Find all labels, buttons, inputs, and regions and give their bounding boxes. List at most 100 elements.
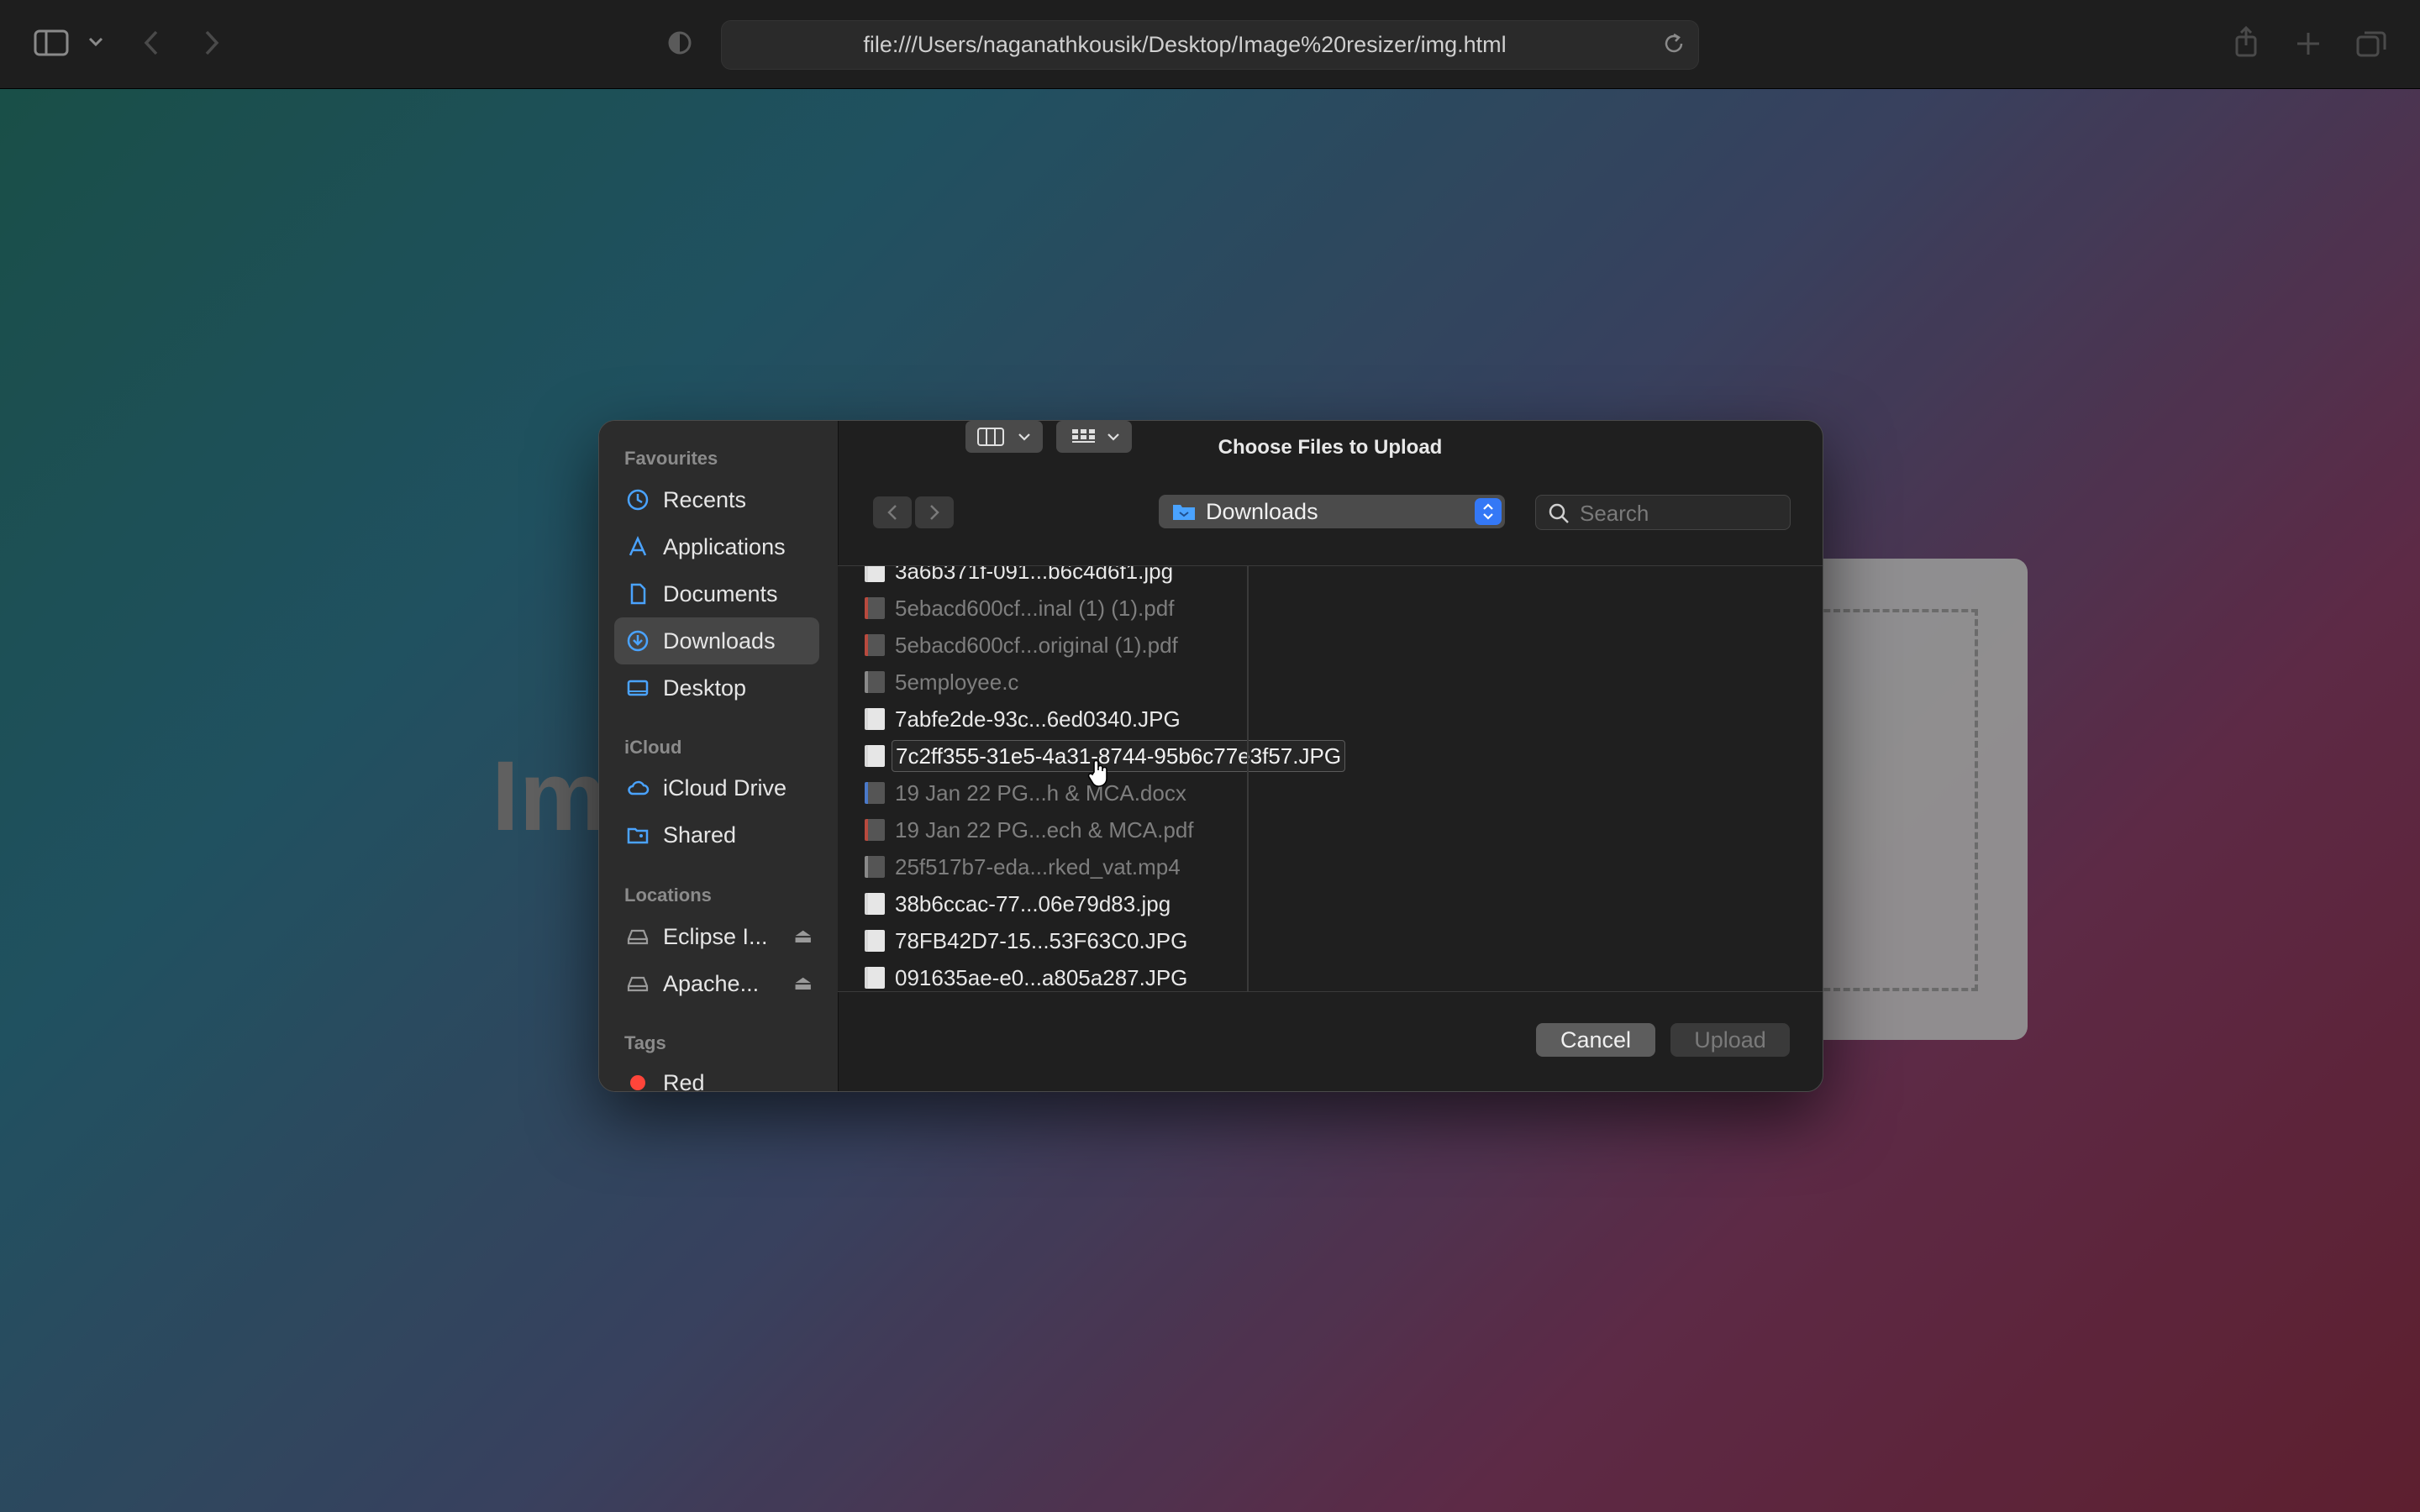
file-name: 78FB42D7-15...53F63C0.JPG bbox=[895, 928, 1188, 953]
file-row[interactable]: 7abfe2de-93c...6ed0340.JPG bbox=[838, 701, 1247, 738]
sidebar-item-eclipse[interactable]: Eclipse I... ⏏ bbox=[614, 913, 819, 960]
chevron-down-icon[interactable] bbox=[87, 35, 104, 49]
image-file-icon bbox=[865, 967, 885, 989]
file-row[interactable]: 7c2ff355-31e5-4a31-8744-95b6c77e3f57.JPG bbox=[838, 738, 1346, 774]
search-field[interactable] bbox=[1535, 495, 1791, 531]
sidebar-item-label: Eclipse I... bbox=[663, 924, 768, 949]
sidebar-section-locations: Locations bbox=[624, 885, 712, 906]
cloud-icon bbox=[628, 780, 650, 795]
sidebar-item-tag-red[interactable]: Red bbox=[614, 1059, 819, 1092]
image-file-icon bbox=[865, 893, 885, 915]
image-file-icon bbox=[865, 708, 885, 730]
c-file-icon bbox=[865, 671, 885, 693]
eject-icon[interactable]: ⏏ bbox=[793, 924, 813, 948]
file-name: 5ebacd600cf...original (1).pdf bbox=[895, 633, 1178, 658]
file-name: 091635ae-e0...a805a287.JPG bbox=[895, 965, 1188, 990]
sidebar-section-favourites: Favourites bbox=[624, 448, 718, 469]
sidebar-item-label: Recents bbox=[663, 487, 747, 512]
file-row[interactable]: 78FB42D7-15...53F63C0.JPG bbox=[838, 922, 1247, 959]
chevron-down-icon bbox=[1107, 433, 1119, 441]
address-bar[interactable]: file:///Users/naganathkousik/Desktop/Ima… bbox=[721, 20, 1699, 70]
nav-button-group bbox=[873, 496, 955, 528]
forward-icon[interactable] bbox=[202, 29, 222, 57]
file-name: 38b6ccac-77...06e79d83.jpg bbox=[895, 891, 1171, 916]
image-file-icon bbox=[865, 745, 885, 767]
url-text[interactable]: file:///Users/naganathkousik/Desktop/Ima… bbox=[722, 21, 1648, 69]
sidebar-item-desktop[interactable]: Desktop bbox=[614, 664, 819, 711]
sidebar-item-shared[interactable]: Shared bbox=[614, 811, 819, 858]
sidebar-item-label: Shared bbox=[663, 822, 737, 848]
file-row[interactable]: 19 Jan 22 PG...h & MCA.docx bbox=[838, 774, 1247, 811]
file-row[interactable]: 5ebacd600cf...inal (1) (1).pdf bbox=[838, 590, 1247, 627]
file-row[interactable]: 5ebacd600cf...original (1).pdf bbox=[838, 627, 1247, 664]
drive-icon bbox=[627, 976, 649, 992]
sidebar-item-recents[interactable]: Recents bbox=[614, 476, 819, 523]
privacy-shield-icon[interactable] bbox=[667, 29, 692, 57]
file-row[interactable]: 3a6b371f-091...b6c4d6f1.jpg bbox=[838, 565, 1247, 590]
applications-icon bbox=[629, 535, 647, 556]
cancel-button[interactable]: Cancel bbox=[1536, 1023, 1655, 1057]
download-icon bbox=[627, 630, 649, 652]
file-name: 5employee.c bbox=[895, 669, 1019, 695]
file-name: 5ebacd600cf...inal (1) (1).pdf bbox=[895, 596, 1175, 621]
drive-icon bbox=[627, 929, 649, 945]
sidebar-item-label: iCloud Drive bbox=[663, 775, 787, 801]
grid-icon bbox=[1072, 429, 1095, 443]
sidebar-toggle-icon[interactable] bbox=[34, 29, 69, 57]
forward-button[interactable] bbox=[915, 496, 954, 528]
pdf-file-icon bbox=[865, 597, 885, 619]
file-name: 19 Jan 22 PG...ech & MCA.pdf bbox=[895, 817, 1194, 843]
file-row[interactable]: 091635ae-e0...a805a287.JPG bbox=[838, 959, 1247, 991]
new-tab-icon[interactable] bbox=[2295, 30, 2322, 57]
sidebar-item-documents[interactable]: Documents bbox=[614, 570, 819, 617]
file-name: 25f517b7-eda...rked_vat.mp4 bbox=[895, 854, 1181, 879]
chevron-left-icon bbox=[887, 505, 897, 520]
file-row[interactable]: 5employee.c bbox=[838, 664, 1247, 701]
file-upload-dialog: Favourites Recents Applications Document… bbox=[598, 420, 1823, 1092]
search-input[interactable] bbox=[1578, 496, 1783, 531]
tab-overview-icon[interactable] bbox=[2355, 29, 2387, 59]
file-name: 7abfe2de-93c...6ed0340.JPG bbox=[895, 706, 1181, 732]
sidebar-item-applications[interactable]: Applications bbox=[614, 523, 819, 570]
browser-toolbar: file:///Users/naganathkousik/Desktop/Ima… bbox=[0, 0, 2420, 89]
sidebar-item-icloud-drive[interactable]: iCloud Drive bbox=[614, 764, 819, 811]
sidebar-item-downloads[interactable]: Downloads bbox=[614, 617, 819, 664]
clock-icon bbox=[627, 489, 649, 511]
sidebar-item-label: Red bbox=[663, 1070, 705, 1092]
sidebar-section-tags: Tags bbox=[624, 1032, 666, 1053]
image-file-icon bbox=[865, 566, 885, 582]
location-dropdown[interactable]: Downloads bbox=[1159, 495, 1505, 528]
sidebar-section-icloud: iCloud bbox=[624, 737, 682, 758]
sidebar-item-apache[interactable]: Apache... ⏏ bbox=[614, 960, 819, 1007]
search-icon bbox=[1549, 503, 1569, 523]
file-row[interactable]: 19 Jan 22 PG...ech & MCA.pdf bbox=[838, 811, 1247, 848]
file-row[interactable]: 38b6ccac-77...06e79d83.jpg bbox=[838, 885, 1247, 922]
file-row[interactable]: 25f517b7-eda...rked_vat.mp4 bbox=[838, 848, 1247, 885]
file-browser: 3a6b371f-091...b6c4d6f1.jpg 5ebacd600cf..… bbox=[838, 565, 1823, 992]
dialog-sidebar: Favourites Recents Applications Document… bbox=[599, 421, 839, 1091]
tag-dot-icon bbox=[630, 1075, 645, 1090]
sidebar-item-label: Desktop bbox=[663, 675, 747, 701]
pdf-file-icon bbox=[865, 819, 885, 841]
document-icon bbox=[630, 583, 646, 605]
word-file-icon bbox=[865, 782, 885, 804]
dropdown-stepper[interactable] bbox=[1475, 498, 1502, 525]
reload-icon[interactable] bbox=[1661, 31, 1686, 56]
sidebar-item-label: Documents bbox=[663, 581, 778, 606]
column-divider[interactable] bbox=[1247, 566, 1249, 991]
back-button[interactable] bbox=[873, 496, 912, 528]
columns-view-icon bbox=[977, 428, 1004, 446]
view-mode-button[interactable] bbox=[965, 421, 1043, 453]
video-file-icon bbox=[865, 856, 885, 878]
eject-icon[interactable]: ⏏ bbox=[793, 971, 813, 995]
group-mode-button[interactable] bbox=[1056, 421, 1132, 453]
upload-button[interactable]: Upload bbox=[1670, 1023, 1790, 1057]
location-label: Downloads bbox=[1206, 499, 1318, 524]
back-icon[interactable] bbox=[141, 29, 161, 57]
sidebar-item-label: Downloads bbox=[663, 628, 776, 654]
pdf-file-icon bbox=[865, 634, 885, 656]
sidebar-item-label: Apache... bbox=[663, 971, 760, 996]
file-name: 19 Jan 22 PG...h & MCA.docx bbox=[895, 780, 1186, 806]
file-name: 3a6b371f-091...b6c4d6f1.jpg bbox=[895, 565, 1174, 584]
share-icon[interactable] bbox=[2233, 25, 2259, 59]
